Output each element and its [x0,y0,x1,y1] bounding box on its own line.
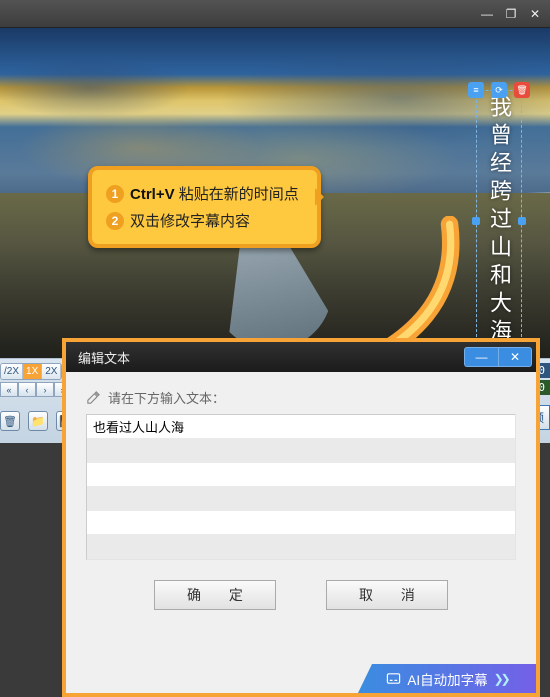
minimize-icon[interactable]: — [480,7,494,21]
text-line-2[interactable] [87,439,515,463]
cancel-button[interactable]: 取 消 [326,580,448,610]
edit-icon [86,390,101,405]
subtitle-text[interactable]: 我曾经跨过山和大海 [483,95,515,347]
bullet-1: 1 [106,185,124,203]
text-input-list[interactable] [86,414,516,560]
resize-handle-left[interactable] [472,217,480,225]
dialog-titlebar: 编辑文本 — ✕ [66,342,536,372]
help-bubble: 1 Ctrl+V 粘贴在新的时间点 2 双击修改字幕内容 [88,166,321,248]
subtitle-rotate-handle[interactable]: ⟳ [491,82,507,98]
modal-highlight-frame: 编辑文本 — ✕ 请在下方输入文本： 确 定 [62,338,540,697]
help-line-1: 1 Ctrl+V 粘贴在新的时间点 [106,180,299,207]
dialog-body: 请在下方输入文本： 确 定 取 消 [66,372,536,693]
dialog-close-button[interactable]: ✕ [498,347,532,367]
resize-handle-right[interactable] [518,217,526,225]
text-line-6[interactable] [87,535,515,559]
prev-fast-icon[interactable]: « [0,382,18,397]
ai-auto-caption-button[interactable]: AI自动加字幕 ❯❯ [358,664,536,693]
subtitle-delete-handle[interactable]: 🗑 [514,82,530,98]
maximize-icon[interactable]: ❐ [504,7,518,21]
dialog-title: 编辑文本 [78,348,130,367]
text-line-1[interactable] [87,415,515,439]
speed-selector[interactable]: /2X 1X 2X [0,363,62,380]
bullet-2: 2 [106,212,124,230]
text-input-1[interactable] [93,419,509,434]
prev-icon[interactable]: ‹ [18,382,36,397]
next-icon[interactable]: › [36,382,54,397]
folder-icon[interactable]: 📁 [28,411,48,431]
help-text-2: 双击修改字幕内容 [130,210,250,231]
subtitle-object[interactable]: 我曾经跨过山和大海 ≡ ⟳ 🗑 [476,90,522,352]
dialog-button-row: 确 定 取 消 [86,560,516,630]
video-preview: 我曾经跨过山和大海 ≡ ⟳ 🗑 1 Ctrl+V 粘贴在新的时间点 2 双击修改… [0,28,550,358]
text-line-5[interactable] [87,511,515,535]
help-text-1: 粘贴在新的时间点 [175,186,299,203]
text-line-3[interactable] [87,463,515,487]
subtitle-menu-handle[interactable]: ≡ [468,82,484,98]
text-line-4[interactable] [87,487,515,511]
kbd-hint: Ctrl+V [130,186,175,203]
chevron-right-icon: ❯❯ [494,672,508,686]
edit-text-dialog: 编辑文本 — ✕ 请在下方输入文本： 确 定 [66,342,536,693]
speed-2x[interactable]: 2X [42,364,61,379]
ai-caption-label: AI自动加字幕 [407,669,487,689]
close-icon[interactable]: ✕ [528,7,542,21]
dialog-prompt-text: 请在下方输入文本： [108,388,225,407]
dialog-prompt: 请在下方输入文本： [86,388,516,407]
dialog-minimize-button[interactable]: — [464,347,498,367]
speed-1x[interactable]: 1X [23,364,42,379]
speed-half[interactable]: /2X [1,364,23,379]
help-line-2: 2 双击修改字幕内容 [106,207,299,234]
app-titlebar: — ❐ ✕ [0,0,550,28]
ok-button[interactable]: 确 定 [154,580,276,610]
ai-caption-icon [386,671,401,686]
trash-icon[interactable]: 🗑 [0,411,20,431]
